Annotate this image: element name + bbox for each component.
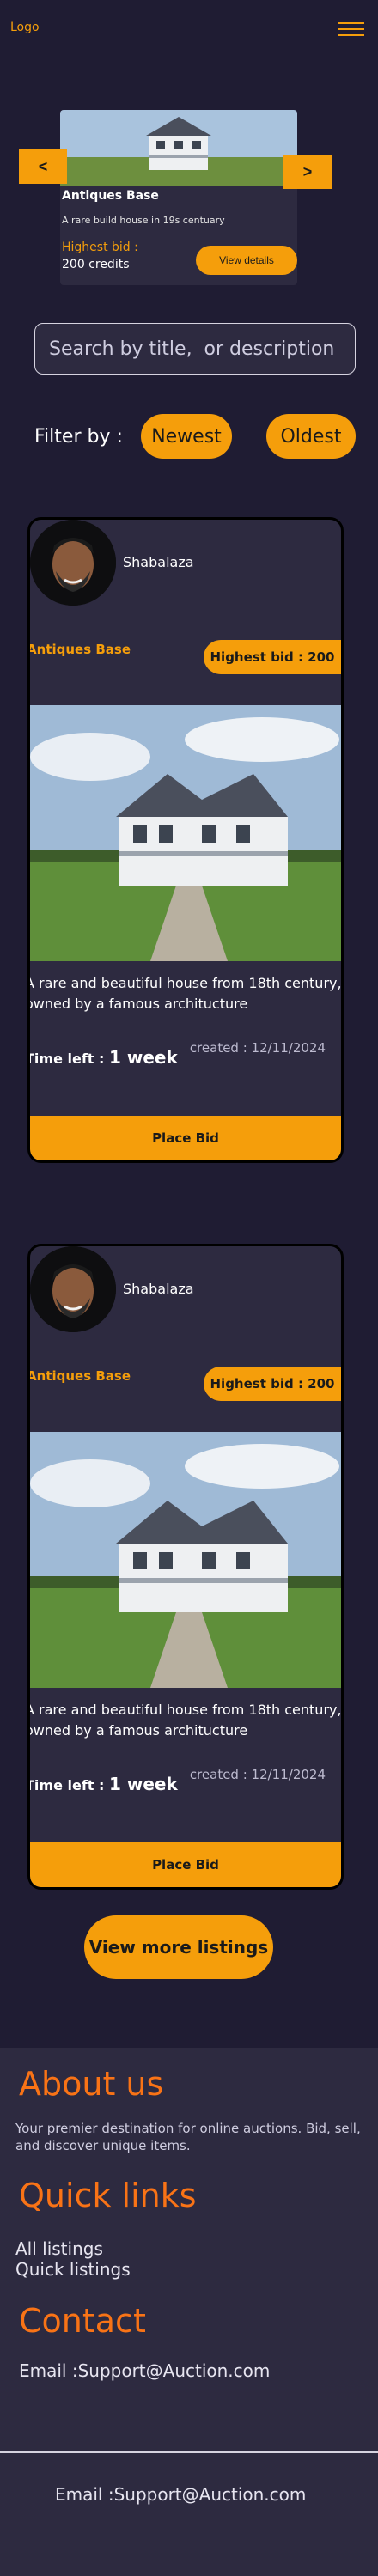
- hamburger-menu-icon[interactable]: [338, 22, 364, 38]
- listing-title: Antiques Base: [27, 642, 131, 657]
- time-left-value: 1 week: [108, 1047, 178, 1068]
- listing-description: A rare and beautiful house from 18th cen…: [27, 975, 342, 1012]
- place-bid-button[interactable]: Place Bid: [30, 1116, 341, 1160]
- seller-avatar: [30, 1246, 116, 1332]
- top-bar: Logo: [0, 0, 378, 60]
- footer: About us Your premier destination for on…: [0, 2048, 378, 2576]
- place-bid-button[interactable]: Place Bid: [30, 1842, 341, 1887]
- time-left: Time left : 1 week: [27, 1774, 178, 1794]
- listing-card: Shabalaza Antiques Base Highest bid : 20…: [27, 517, 344, 1163]
- carousel-next-button[interactable]: >: [284, 155, 332, 189]
- listing-title: Antiques Base: [27, 1368, 131, 1384]
- carousel-prev-button[interactable]: <: [19, 149, 67, 184]
- filter-label: Filter by :: [34, 426, 123, 448]
- bottom-email[interactable]: Email :Support@Auction.com: [55, 2484, 306, 2505]
- listing-description: A rare and beautiful house from 18th cen…: [27, 1702, 342, 1739]
- seller-name: Shabalaza: [123, 554, 194, 570]
- carousel-description: A rare build house in 19s centuary: [62, 215, 225, 226]
- all-listings-link[interactable]: All listings: [15, 2238, 103, 2259]
- time-left-value: 1 week: [108, 1774, 178, 1794]
- time-left-label: Time left :: [27, 1777, 109, 1793]
- filter-newest-button[interactable]: Newest: [141, 414, 232, 459]
- seller-name: Shabalaza: [123, 1281, 194, 1297]
- listing-card: Shabalaza Antiques Base Highest bid : 20…: [27, 1244, 344, 1890]
- featured-carousel-card: Antiques Base A rare build house in 19s …: [60, 110, 297, 285]
- view-more-listings-button[interactable]: View more listings: [84, 1915, 273, 1979]
- search-input[interactable]: [34, 323, 356, 375]
- house-image: [30, 1432, 341, 1688]
- about-heading: About us: [19, 2065, 164, 2103]
- highest-bid-badge: Highest bid : 200: [204, 1367, 341, 1401]
- quick-listings-link[interactable]: Quick listings: [15, 2259, 131, 2280]
- logo[interactable]: Logo: [10, 21, 40, 34]
- seller-avatar: [30, 520, 116, 606]
- created-date: created : 12/11/2024: [189, 1767, 326, 1782]
- about-text: Your premier destination for online auct…: [15, 2121, 361, 2153]
- view-details-button[interactable]: View details: [196, 246, 297, 275]
- house-image: [30, 705, 341, 961]
- carousel-highest-bid-label: Highest bid :: [62, 241, 138, 254]
- created-date: created : 12/11/2024: [189, 1040, 326, 1056]
- carousel-credits: 200 credits: [62, 258, 130, 271]
- house-image: [60, 110, 297, 186]
- filter-oldest-button[interactable]: Oldest: [266, 414, 356, 459]
- carousel-title: Antiques Base: [62, 189, 159, 203]
- footer-divider: [0, 2451, 378, 2453]
- highest-bid-badge: Highest bid : 200: [204, 640, 341, 674]
- contact-email[interactable]: Email :Support@Auction.com: [19, 2360, 270, 2381]
- time-left: Time left : 1 week: [27, 1047, 178, 1068]
- quick-links-heading: Quick links: [19, 2177, 197, 2214]
- time-left-label: Time left :: [27, 1050, 109, 1067]
- contact-heading: Contact: [19, 2302, 146, 2340]
